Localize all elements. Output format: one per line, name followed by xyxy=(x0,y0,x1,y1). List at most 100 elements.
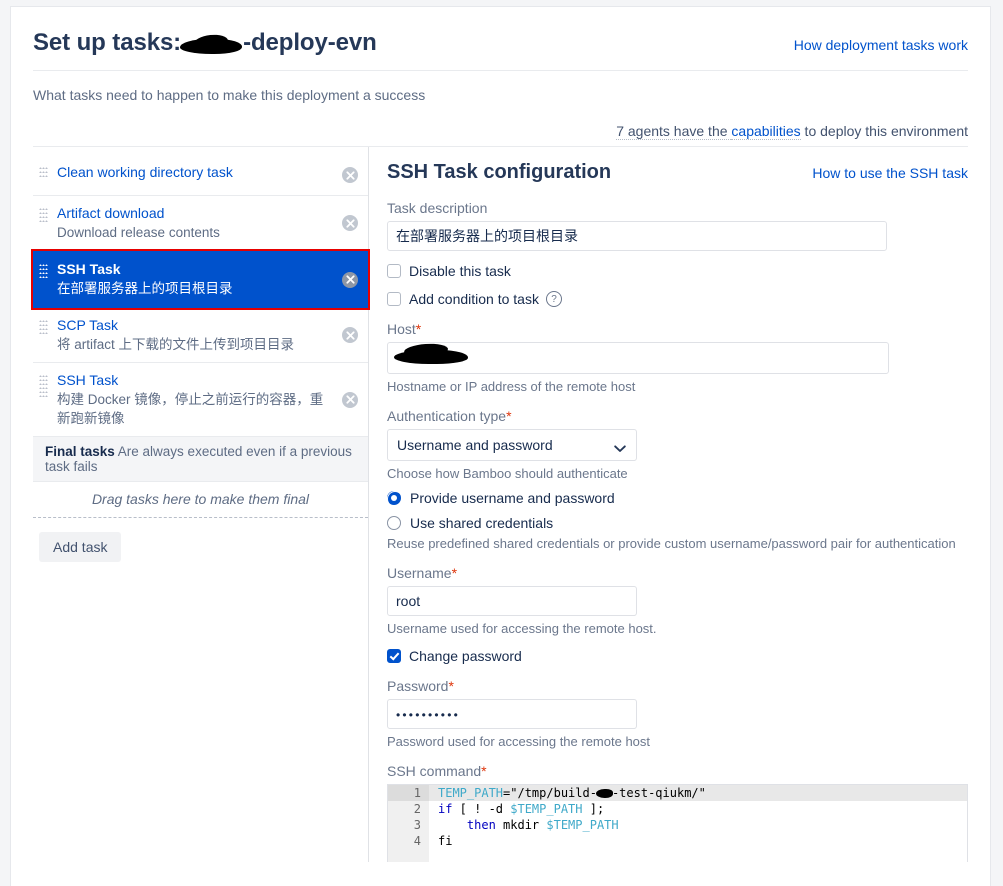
host-required-marker: * xyxy=(415,321,422,337)
line-number: 1 xyxy=(388,785,429,801)
password-help-text: Password used for accessing the remote h… xyxy=(387,734,651,749)
authentication-type-select[interactable]: Username and password xyxy=(387,429,637,461)
host-label-text: Host xyxy=(387,321,416,337)
task-body: SSH Task 构建 Docker 镜像，停止之前运行的容器，重新跑新镜像 xyxy=(57,371,368,428)
authentication-type-help-text: Choose how Bamboo should authenticate xyxy=(387,466,628,481)
code-line[interactable]: 1 TEMP_PATH="/tmp/build- -test-qiukm/" xyxy=(388,785,967,801)
ssh-command-code-editor[interactable]: 1 TEMP_PATH="/tmp/build- -test-qiukm/" 2 … xyxy=(387,784,968,862)
username-label-text: Username xyxy=(387,565,452,581)
task-description-input[interactable] xyxy=(387,221,887,251)
code-line[interactable]: 4 fi xyxy=(388,833,967,849)
drag-handle-icon[interactable] xyxy=(39,206,57,224)
host-input[interactable] xyxy=(387,342,889,374)
username-required-marker: * xyxy=(451,565,458,581)
use-shared-credentials-radio[interactable] xyxy=(387,516,401,530)
code-line-text[interactable]: then mkdir $TEMP_PATH xyxy=(429,817,967,833)
credentials-help-text: Reuse predefined shared credentials or p… xyxy=(387,536,956,551)
add-condition-row[interactable]: Add condition to task ? xyxy=(387,291,968,307)
username-help-text: Username used for accessing the remote h… xyxy=(387,621,657,636)
disable-task-row[interactable]: Disable this task xyxy=(387,263,968,279)
final-tasks-dropzone[interactable]: Drag tasks here to make them final xyxy=(33,482,368,518)
password-masked-value: •••••••••• xyxy=(396,708,461,722)
configuration-header: SSH Task configuration How to use the SS… xyxy=(387,161,968,184)
code-line-text[interactable]: TEMP_PATH="/tmp/build- -test-qiukm/" xyxy=(429,785,967,801)
password-label-text: Password xyxy=(387,678,449,694)
task-title[interactable]: SCP Task xyxy=(57,316,334,335)
task-row-artifact-download[interactable]: Artifact download Download release conte… xyxy=(33,196,368,251)
drag-handle-icon[interactable] xyxy=(39,165,57,179)
code-token-kw: if xyxy=(438,802,453,816)
username-input[interactable] xyxy=(387,586,637,616)
task-title[interactable]: SSH Task xyxy=(57,260,334,279)
ssh-command-required-marker: * xyxy=(481,763,487,779)
task-body: SSH Task 在部署服务器上的项目根目录 xyxy=(57,260,368,298)
drag-handle-icon[interactable] xyxy=(39,262,57,280)
task-row-clean-working-directory[interactable]: Clean working directory task xyxy=(33,155,368,196)
ssh-command-label: SSH command* xyxy=(387,763,968,779)
agents-capabilities-row: 7 agents have the capabilities to deploy… xyxy=(33,103,968,146)
disable-task-checkbox[interactable] xyxy=(387,264,401,278)
add-task-wrapper: Add task xyxy=(33,518,368,582)
use-shared-credentials-label: Use shared credentials xyxy=(410,515,554,531)
task-row-ssh-task-selected[interactable]: SSH Task 在部署服务器上的项目根目录 xyxy=(31,249,370,310)
line-number: 3 xyxy=(388,817,429,833)
editor-padding xyxy=(388,849,967,862)
provide-username-password-radio[interactable] xyxy=(387,491,403,507)
code-line[interactable]: 2 if [ ! -d $TEMP_PATH ]; xyxy=(388,801,967,817)
agents-suffix-text: to deploy this environment xyxy=(800,123,968,139)
capabilities-link[interactable]: capabilities xyxy=(731,123,801,140)
task-row-scp-task[interactable]: SCP Task 将 artifact 上下载的文件上传到项目目录 xyxy=(33,308,368,363)
task-row-ssh-task-docker[interactable]: SSH Task 构建 Docker 镜像，停止之前运行的容器，重新跑新镜像 xyxy=(33,363,368,437)
password-label: Password* xyxy=(387,678,968,694)
add-condition-checkbox[interactable] xyxy=(387,292,401,306)
how-deployment-tasks-work-link[interactable]: How deployment tasks work xyxy=(794,37,968,53)
task-body: Clean working directory task xyxy=(57,163,368,182)
task-description: 构建 Docker 镜像，停止之前运行的容器，重新跑新镜像 xyxy=(57,392,324,426)
drag-handle-icon[interactable] xyxy=(39,318,57,336)
code-token-plain: ]; xyxy=(582,802,605,816)
code-token-plain: mkdir xyxy=(495,818,547,832)
ssh-command-label-text: SSH command xyxy=(387,763,482,779)
final-tasks-header: Final tasks Are always executed even if … xyxy=(33,437,368,482)
close-circle-icon[interactable] xyxy=(342,215,358,231)
change-password-label: Change password xyxy=(409,648,522,664)
line-number: 4 xyxy=(388,833,429,849)
question-circle-icon[interactable]: ? xyxy=(545,291,562,307)
task-configuration-panel: SSH Task configuration How to use the SS… xyxy=(369,147,968,862)
redacted-code-token xyxy=(595,789,613,798)
add-task-button[interactable]: Add task xyxy=(39,532,122,562)
password-input[interactable]: •••••••••• xyxy=(387,699,637,729)
drag-handle-icon[interactable] xyxy=(39,373,57,399)
code-token-var: $TEMP_PATH xyxy=(510,802,583,816)
configuration-title: SSH Task configuration xyxy=(387,161,612,183)
close-circle-icon[interactable] xyxy=(342,167,358,183)
change-password-checkbox[interactable] xyxy=(387,649,401,663)
task-title[interactable]: SSH Task xyxy=(57,371,334,390)
close-circle-icon[interactable] xyxy=(342,391,358,408)
page-container: Set up tasks: -deploy-evn How deployment … xyxy=(10,6,991,886)
task-title[interactable]: Clean working directory task xyxy=(57,163,334,182)
code-line-text[interactable]: fi xyxy=(429,833,967,849)
disable-task-label: Disable this task xyxy=(409,263,511,279)
use-shared-credentials-row[interactable]: Use shared credentials xyxy=(387,515,968,531)
code-line-text[interactable]: if [ ! -d $TEMP_PATH ]; xyxy=(429,801,967,817)
task-list: Clean working directory task Artifact do… xyxy=(31,155,370,582)
page-inner: Set up tasks: -deploy-evn How deployment … xyxy=(11,7,990,862)
close-circle-icon[interactable] xyxy=(342,327,358,343)
add-condition-label: Add condition to task xyxy=(409,291,539,307)
code-line[interactable]: 3 then mkdir $TEMP_PATH xyxy=(388,817,967,833)
how-to-use-ssh-task-link[interactable]: How to use the SSH task xyxy=(812,165,968,181)
authentication-type-select-wrapper: Username and password xyxy=(387,429,637,461)
page-header: Set up tasks: -deploy-evn How deployment … xyxy=(33,7,968,57)
close-circle-icon[interactable] xyxy=(342,271,358,288)
task-title[interactable]: Artifact download xyxy=(57,204,334,223)
task-description: Download release contents xyxy=(57,225,220,240)
task-description: 将 artifact 上下载的文件上传到项目目录 xyxy=(57,337,295,352)
provide-username-password-row[interactable]: Provide username and password xyxy=(387,490,968,507)
change-password-row[interactable]: Change password xyxy=(387,648,968,664)
